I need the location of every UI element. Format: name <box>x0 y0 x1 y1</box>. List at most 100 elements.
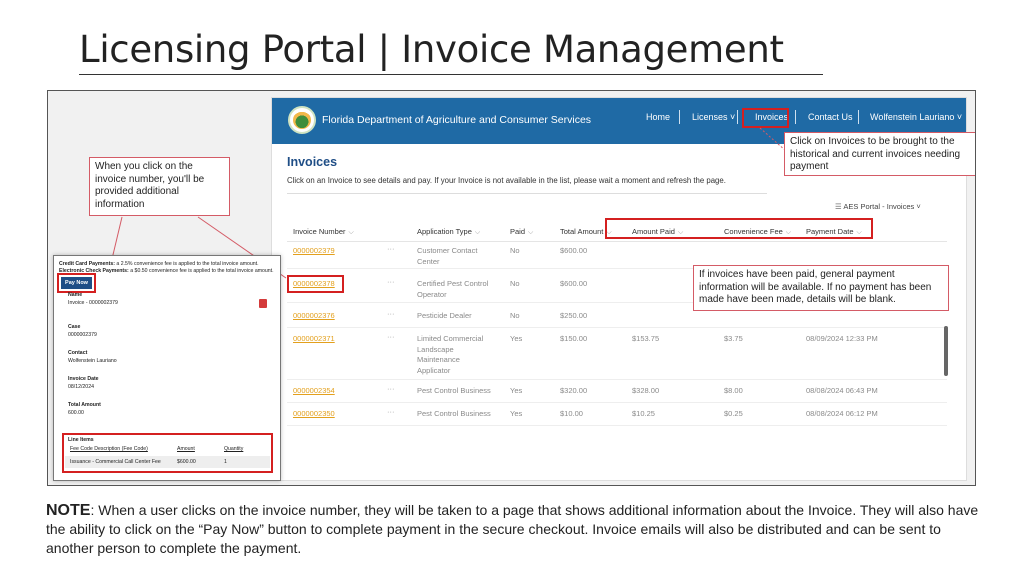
invoice-link[interactable]: 0000002371 <box>293 334 335 345</box>
application-type-cell: Certified Pest Control Operator <box>417 279 489 299</box>
paid-cell: Yes <box>510 386 523 395</box>
name-value: Invoice - 0000002379 <box>68 300 118 306</box>
amount-paid-cell: $328.00 <box>632 386 660 395</box>
chevron-down-icon: ⌵ <box>474 229 481 236</box>
invoice-number-highlight-box <box>287 275 344 293</box>
total-amount-label: Total Amount <box>68 402 101 408</box>
li-amount: $600.00 <box>177 459 196 465</box>
slide-title: Licensing Portal | Invoice Management <box>79 28 784 71</box>
column-paid[interactable]: Paid ⌵ <box>510 227 533 237</box>
column-total-amount[interactable]: Total Amount ⌵ <box>560 227 612 237</box>
total-amount-cell: $250.00 <box>560 311 588 320</box>
paid-cell: Yes <box>510 334 523 343</box>
note-paragraph: NOTE: When a user clicks on the invoice … <box>46 501 981 558</box>
callout-invoices-nav: Click on Invoices to be brought to the h… <box>784 132 975 176</box>
row-divider <box>287 402 947 403</box>
li-description: Issuance - Commercial Call Center Fee <box>70 459 161 465</box>
heading-divider <box>287 193 767 194</box>
page-heading: Invoices <box>287 155 338 169</box>
note-label: NOTE <box>46 502 91 519</box>
pay-now-highlight-box <box>57 273 96 293</box>
callout-invoice-number: When you click on the invoice number, yo… <box>89 157 230 216</box>
convenience-fee-cell: $0.25 <box>724 409 743 418</box>
case-label: Case <box>68 324 81 330</box>
row-divider <box>287 379 947 380</box>
fdacs-logo-icon[interactable] <box>288 106 316 134</box>
row-actions-icon[interactable]: ··· <box>387 309 395 320</box>
row-actions-icon[interactable]: ··· <box>387 277 395 288</box>
total-amount-cell: $600.00 <box>560 279 588 288</box>
invoice-detail-panel: Credit Card Payments: a 2.5% convenience… <box>53 255 281 481</box>
application-type-cell: Pest Control Business <box>417 409 491 418</box>
line-items-label: Line Items <box>68 437 94 443</box>
connector-line <box>111 216 123 260</box>
application-type-cell: Pesticide Dealer <box>417 311 472 320</box>
paid-cell: No <box>510 246 520 255</box>
portal-screenshot: Florida Department of Agriculture and Co… <box>47 90 976 486</box>
row-divider <box>287 327 947 328</box>
row-actions-icon[interactable]: ··· <box>387 244 395 255</box>
nav-user-menu[interactable]: Wolfenstein Lauriano ˅ <box>870 112 962 122</box>
brand-title[interactable]: Florida Department of Agriculture and Co… <box>322 114 591 126</box>
nav-divider <box>858 110 859 124</box>
page-description: Click on an Invoice to see details and p… <box>287 176 726 185</box>
title-underline <box>79 74 823 75</box>
amount-paid-cell: $153.75 <box>632 334 660 343</box>
invoice-link[interactable]: 0000002354 <box>293 386 335 397</box>
row-actions-icon[interactable]: ··· <box>387 407 395 418</box>
nav-contact-us[interactable]: Contact Us <box>808 112 853 122</box>
invoice-date-label: Invoice Date <box>68 376 99 382</box>
contact-value: Wolfenstein Lauriano <box>68 358 117 364</box>
li-col-description[interactable]: Fee Code Description (Fee Code) <box>70 446 148 453</box>
invoice-link[interactable]: 0000002379 <box>293 246 335 257</box>
convenience-fee-cell: $8.00 <box>724 386 743 395</box>
paid-cell: No <box>510 279 520 288</box>
column-label: Total Amount <box>560 227 604 236</box>
li-quantity: 1 <box>224 459 227 465</box>
view-selector-label: AES Portal - Invoices ˅ <box>843 202 921 211</box>
table-scrollbar[interactable] <box>944 326 948 376</box>
nav-divider <box>679 110 680 124</box>
chevron-down-icon: ⌵ <box>348 229 354 236</box>
payment-date-cell: 08/09/2024 12:33 PM <box>806 334 878 343</box>
chevron-down-icon: ⌵ <box>528 229 534 236</box>
application-type-cell: Customer Contact Center <box>417 246 478 266</box>
amount-paid-cell: $10.25 <box>632 409 655 418</box>
name-label: Name <box>68 292 83 298</box>
total-amount-cell: $600.00 <box>560 246 588 255</box>
nav-divider <box>795 110 796 124</box>
total-amount-value: 600.00 <box>68 410 84 416</box>
pdf-download-icon[interactable] <box>259 299 267 308</box>
column-application-type[interactable]: Application Type ⌵ <box>417 227 480 237</box>
column-invoice-number[interactable]: Invoice Number ⌵ <box>293 227 354 237</box>
li-col-quantity[interactable]: Quantity <box>224 446 243 453</box>
invoice-date-value: 08/12/2024 <box>68 384 94 390</box>
total-amount-cell: $320.00 <box>560 386 588 395</box>
nav-licenses[interactable]: Licenses ˅ <box>692 112 735 122</box>
convenience-fee-cell: $3.75 <box>724 334 743 343</box>
row-actions-icon[interactable]: ··· <box>387 384 395 395</box>
payment-columns-highlight-box <box>605 218 873 239</box>
cc-fee-notice: Credit Card Payments: a 2.5% convenience… <box>59 261 259 267</box>
view-selector[interactable]: ☰ AES Portal - Invoices ˅ <box>835 202 921 211</box>
contact-label: Contact <box>68 350 88 356</box>
column-label: Invoice Number <box>293 227 346 236</box>
paid-cell: Yes <box>510 409 523 418</box>
application-type-cell: Limited Commercial Landscape Maintenance Ap… <box>417 334 484 375</box>
li-col-amount[interactable]: Amount <box>177 446 195 453</box>
row-divider <box>287 425 947 426</box>
total-amount-cell: $150.00 <box>560 334 588 343</box>
column-label: Paid <box>510 227 526 236</box>
nav-divider <box>737 110 738 124</box>
total-amount-cell: $10.00 <box>560 409 583 418</box>
payment-date-cell: 08/08/2024 06:43 PM <box>806 386 878 395</box>
invoice-link[interactable]: 0000002350 <box>293 409 335 420</box>
paid-cell: No <box>510 311 520 320</box>
invoices-highlight-box <box>742 108 789 128</box>
note-text: : When a user clicks on the invoice numb… <box>46 502 979 556</box>
table-header-divider <box>287 241 947 242</box>
application-type-cell: Pest Control Business <box>417 386 491 395</box>
row-actions-icon[interactable]: ··· <box>387 332 395 343</box>
invoice-link[interactable]: 0000002376 <box>293 311 335 322</box>
nav-home[interactable]: Home <box>646 112 670 122</box>
